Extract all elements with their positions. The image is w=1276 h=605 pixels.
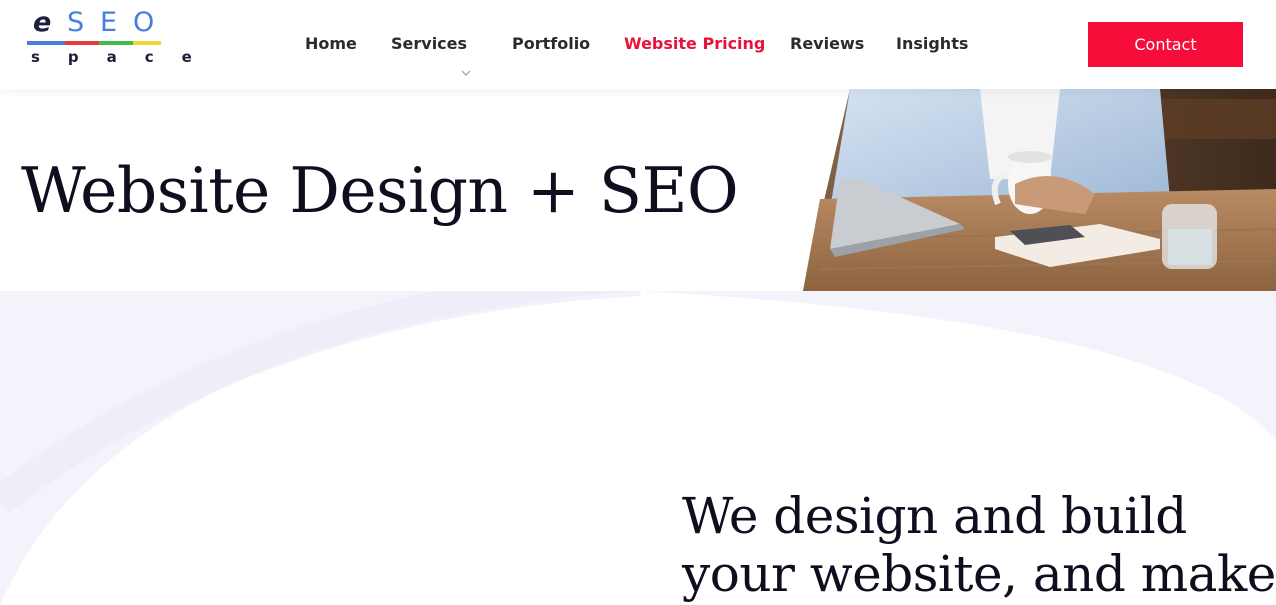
hero-photo <box>803 89 1276 291</box>
contact-button[interactable]: Contact <box>1088 22 1243 67</box>
nav-reviews[interactable]: Reviews <box>790 33 864 55</box>
logo-bar-blue <box>27 41 65 45</box>
logo-subtext: space <box>31 48 220 66</box>
nav-portfolio[interactable]: Portfolio <box>512 33 590 55</box>
logo-letter-e: e <box>33 7 52 38</box>
logo-letter-o: O <box>133 7 155 38</box>
logo-bar-red <box>65 41 99 45</box>
intro-heading: We design and build your website, and ma… <box>682 487 1276 603</box>
eseo-space-logo[interactable]: e S E O space <box>27 7 220 68</box>
chevron-down-icon[interactable] <box>461 68 471 81</box>
intro-line-1: We design and build <box>682 487 1187 545</box>
logo-bar-yellow <box>133 41 161 45</box>
site-header: e S E O space Home Services Portfolio We… <box>0 0 1276 89</box>
logo-wordmark: e S E O <box>27 7 163 38</box>
nav-insights[interactable]: Insights <box>896 33 968 55</box>
logo-letter-s: S <box>67 7 85 38</box>
hero-title: Website Design + SEO <box>21 154 739 227</box>
intro-section: We design and build your website, and ma… <box>0 291 1276 605</box>
hero-section: Website Design + SEO <box>0 89 1276 291</box>
nav-services-label: Services <box>391 34 468 53</box>
logo-bar-green <box>99 41 133 45</box>
logo-letter-e2: E <box>100 7 118 38</box>
nav-home[interactable]: Home <box>305 33 357 55</box>
nav-services[interactable]: Services <box>391 33 467 55</box>
intro-line-2: your website, and make <box>682 545 1276 603</box>
nav-website-pricing[interactable]: Website Pricing <box>624 33 765 55</box>
